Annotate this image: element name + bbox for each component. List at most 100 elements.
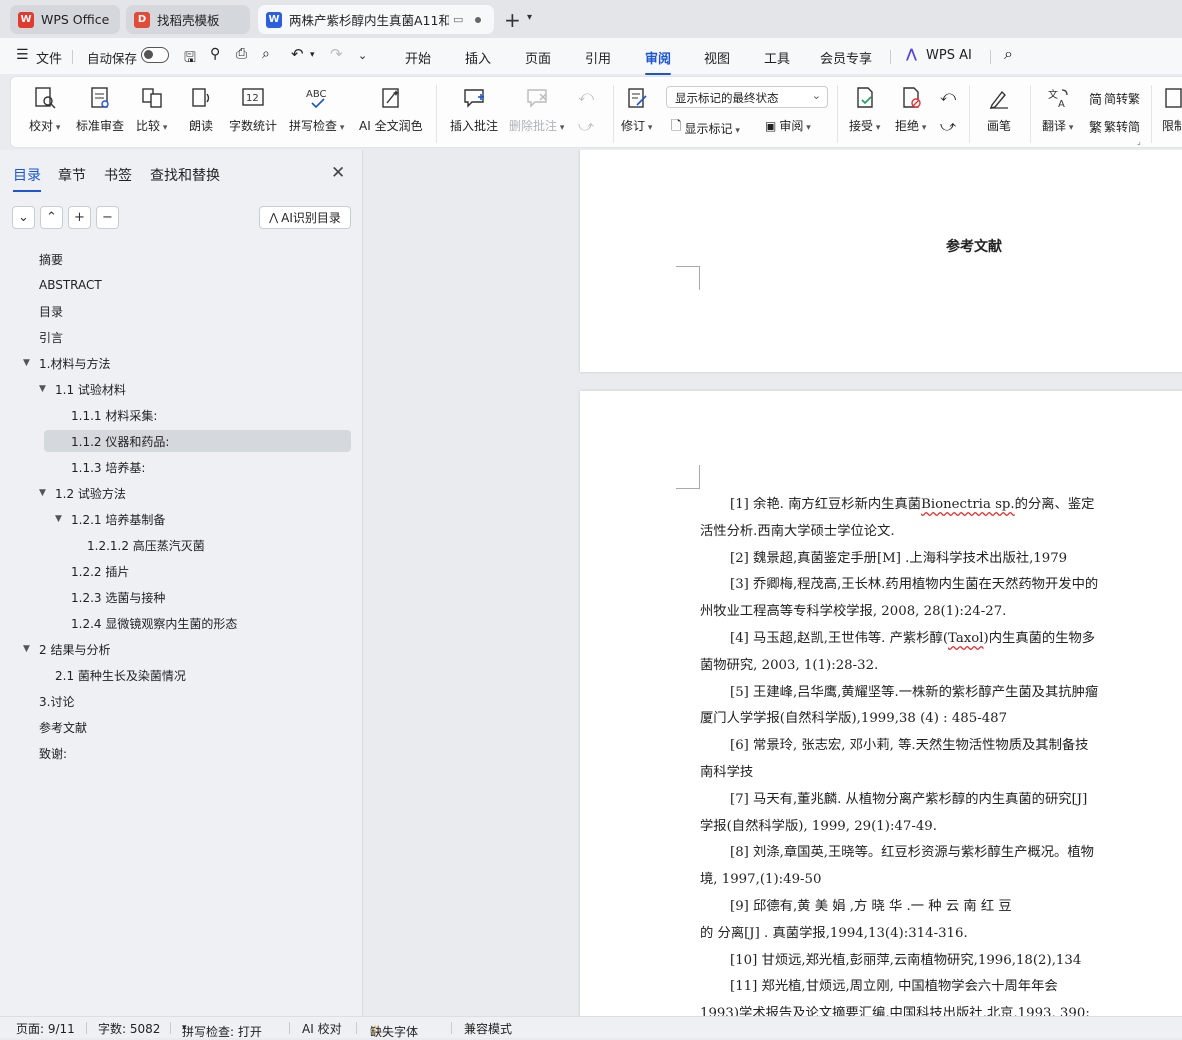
close-icon[interactable]: ✕ — [331, 163, 345, 183]
accept-button[interactable]: 接受 — [849, 85, 880, 134]
save-icon[interactable]: 🖫 — [184, 47, 196, 71]
expand-triangle-icon[interactable]: ▼ — [39, 488, 46, 498]
toc-item[interactable]: 1.2.2 插片 — [67, 560, 129, 582]
to-simplified-button[interactable]: 繁 繁转简 — [1089, 117, 1140, 136]
menu-reference[interactable]: 引用 — [585, 48, 611, 67]
tab-document[interactable]: W 两株产紫杉醇内生真菌A11和... ▭ — [258, 5, 494, 34]
reference-line: [3] 乔卿梅,程茂高,王长林.药用植物内生菌在天然药物开发中的 — [730, 573, 1098, 592]
toc-item[interactable]: 1.1.1 材料采集: — [67, 404, 157, 426]
compare-button[interactable]: 比较 — [136, 85, 167, 134]
menu-view[interactable]: 视图 — [704, 48, 730, 67]
tab-toc[interactable]: 目录 — [13, 165, 41, 192]
menu-tools[interactable]: 工具 — [764, 48, 790, 67]
search-icon[interactable]: ⌕ — [1004, 44, 1013, 64]
tab-wps-office[interactable]: W WPS Office — [10, 5, 120, 34]
expand-triangle-icon[interactable]: ▼ — [55, 514, 62, 524]
toc-item[interactable]: 1.1.2 仪器和药品: — [44, 430, 351, 452]
proofread-icon — [32, 85, 58, 111]
hamburger-icon[interactable]: ☰ — [16, 47, 29, 63]
collapse-all-button[interactable]: ⌄ — [12, 206, 35, 229]
reference-text: )内生真菌的生物多 — [983, 631, 1096, 646]
reference-line: [10] 甘烦远,郑光植,彭丽萍,云南植物研究,1996,18(2),134 — [730, 949, 1081, 968]
menu-member[interactable]: 会员专享 — [820, 48, 872, 67]
restrict-button[interactable]: 限制 — [1161, 85, 1182, 134]
undo-icon[interactable]: ↶ — [291, 45, 304, 63]
undo-chevron-icon[interactable]: ▾ — [310, 50, 315, 60]
page-indicator[interactable]: 页面: 9/11 — [16, 1020, 75, 1037]
remove-heading-button[interactable]: − — [96, 206, 119, 229]
autosave-toggle[interactable] — [141, 47, 169, 63]
ai-polish-button[interactable]: AI 全文润色 — [359, 85, 423, 134]
toc-item[interactable]: ABSTRACT — [35, 274, 102, 296]
tab-find-replace[interactable]: 查找和替换 — [150, 165, 220, 185]
toc-item[interactable]: ▼ 1.材料与方法 — [23, 352, 110, 374]
new-tab-icon[interactable]: + — [504, 8, 521, 32]
track-changes-button[interactable]: 修订 — [621, 85, 652, 134]
menu-file[interactable]: 文件 — [36, 48, 62, 67]
toc-item[interactable]: 3.讨论 — [35, 690, 74, 712]
svg-text:A: A — [1058, 99, 1065, 110]
status-bar: 页面: 9/11 字数: 5082 拼写检查: 打开 ▾ AI 校对 ⚠ 缺失字… — [0, 1016, 1182, 1039]
markup-mode-select[interactable]: 显示标记的最终状态 ⌄ — [666, 86, 828, 108]
add-heading-button[interactable]: + — [68, 206, 91, 229]
quick-access-chevron-icon[interactable]: ⌄ — [358, 49, 367, 62]
menu-start[interactable]: 开始 — [405, 48, 431, 67]
toc-item[interactable]: ▼ 1.2 试验方法 — [39, 482, 126, 504]
reference-line: [1] 余艳. 南方红豆杉新内生真菌Bionectria sp.的分离、鉴定 — [730, 493, 1094, 512]
toc-item[interactable]: 摘要 — [35, 248, 63, 270]
toc-item[interactable]: 1.2.1.2 高压蒸汽灭菌 — [83, 534, 205, 556]
margin-corner-mark — [676, 266, 700, 290]
ai-check-status[interactable]: AI 校对 — [302, 1020, 342, 1037]
document-canvas[interactable]: 参考文献 [1] 余艳. 南方红豆杉新内生真菌Bionectria sp.的分离… — [364, 150, 1182, 1016]
to-traditional-icon: 简 — [1089, 93, 1103, 108]
toc-item[interactable]: 致谢: — [35, 742, 67, 764]
expand-ribbon-icon[interactable]: ⌟ — [1137, 137, 1141, 146]
expand-up-button[interactable]: ⌃ — [40, 206, 63, 229]
toc-item[interactable]: 目录 — [35, 300, 63, 322]
expand-triangle-icon[interactable]: ▼ — [39, 384, 46, 394]
tab-docer[interactable]: D 找稻壳模板 — [126, 5, 250, 34]
divider — [1151, 85, 1152, 143]
tab-bookmarks[interactable]: 书签 — [104, 165, 132, 185]
menu-insert[interactable]: 插入 — [465, 48, 491, 67]
link-icon[interactable]: ⚲ — [210, 46, 220, 62]
reject-button[interactable]: 拒绝 — [895, 85, 926, 134]
expand-triangle-icon[interactable]: ▼ — [23, 644, 30, 654]
review-pane-button[interactable]: ▣ 审阅 — [765, 117, 811, 134]
word-count-button[interactable]: 12 字数统计 — [229, 85, 277, 134]
word-count-status[interactable]: 字数: 5082 — [98, 1020, 160, 1037]
insert-comment-button[interactable]: 插入批注 — [450, 85, 498, 134]
toc-item[interactable]: ▼ 1.2.1 培养基制备 — [55, 508, 165, 530]
spell-check-button[interactable]: ABC 拼写检查 — [289, 85, 344, 134]
prev-change-icon[interactable]: ⤺ — [940, 87, 956, 105]
toc-item[interactable]: 1.2.3 选菌与接种 — [67, 586, 165, 608]
ai-toc-button[interactable]: ⋀ AI识别目录 — [259, 206, 351, 229]
unsaved-dot-icon[interactable] — [475, 16, 482, 23]
show-markup-button[interactable]: 🗋 显示标记 — [671, 117, 740, 139]
translate-button[interactable]: 文A 翻译 — [1042, 85, 1073, 134]
toc-item[interactable]: 1.1.3 培养基: — [67, 456, 145, 478]
toc-item[interactable]: 1.2.4 显微镜观察内生菌的形态 — [67, 612, 237, 634]
proofread-button[interactable]: 校对 — [29, 85, 60, 134]
toc-item[interactable]: 引言 — [35, 326, 63, 348]
toc-item[interactable]: 2.1 菌种生长及染菌情况 — [51, 664, 186, 686]
to-simplified-label: 繁转简 — [1104, 120, 1141, 134]
pen-button[interactable]: 画笔 — [986, 85, 1012, 134]
chevron-down-icon: ⌄ — [811, 89, 821, 102]
toc-item[interactable]: ▼ 2 结果与分析 — [23, 638, 110, 660]
toc-item[interactable]: ▼ 1.1 试验材料 — [39, 378, 126, 400]
tab-list-chevron-icon[interactable]: ▾ — [527, 12, 532, 23]
standard-review-button[interactable]: 标准审查 — [76, 85, 124, 134]
toc-item-label: 2.1 菌种生长及染菌情况 — [55, 668, 186, 683]
read-aloud-button[interactable]: 朗读 — [188, 85, 214, 134]
menu-wps-ai[interactable]: WPS AI — [926, 48, 972, 63]
tab-chapters[interactable]: 章节 — [58, 165, 86, 185]
expand-triangle-icon[interactable]: ▼ — [23, 358, 30, 368]
menu-review[interactable]: 审阅 — [645, 48, 672, 75]
menu-page[interactable]: 页面 — [525, 48, 551, 67]
to-traditional-button[interactable]: 简 简转繁 — [1089, 89, 1140, 108]
print-icon[interactable]: ⎙ — [236, 46, 247, 62]
print-preview-icon[interactable]: ⌕ — [262, 46, 270, 62]
next-change-icon[interactable]: ⤻ — [940, 117, 956, 135]
toc-item[interactable]: 参考文献 — [35, 716, 87, 738]
